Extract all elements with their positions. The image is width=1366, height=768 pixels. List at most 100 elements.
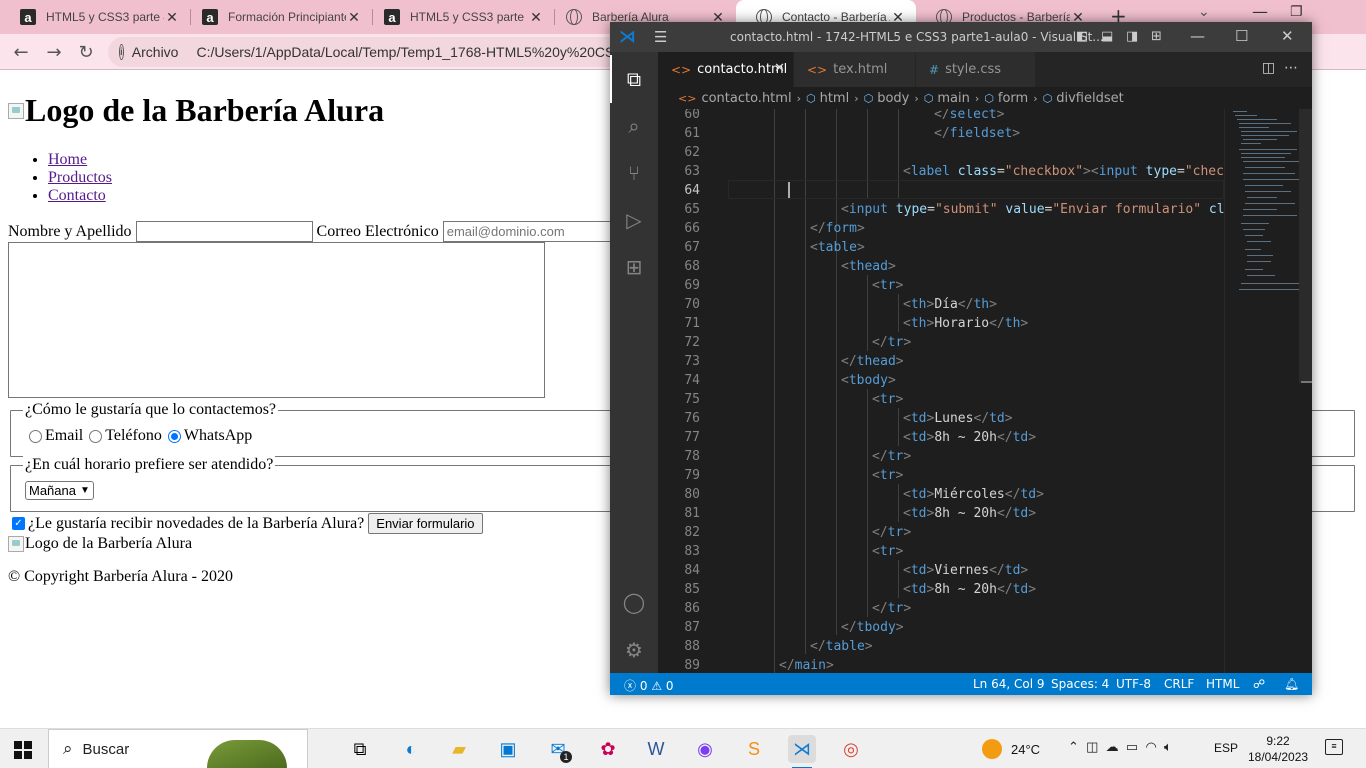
clock[interactable]: 9:22 18/04/2023 <box>1248 733 1308 765</box>
code-editor[interactable]: 60 </select> 61 </fieldset> 62 63 <label cl… <box>658 109 1224 673</box>
breadcrumb-item[interactable]: divfieldset <box>1056 91 1123 106</box>
newsletter-checkbox[interactable]: ✓ <box>12 517 25 530</box>
browser-tab-title: Formación Principiante en Programación -… <box>228 10 346 24</box>
close-tab-icon[interactable]: ✕ <box>528 9 544 26</box>
chrome-icon[interactable]: ◎ <box>837 735 865 763</box>
tab-contacto-html[interactable]: <> contacto.html ✕ <box>658 52 794 87</box>
html-file-icon: <> <box>807 62 828 77</box>
gear-icon[interactable]: ⚙ <box>622 638 646 662</box>
explorer-icon[interactable]: ⧉ <box>610 55 646 103</box>
radio-telefono[interactable] <box>89 429 103 443</box>
address-bar[interactable]: i Archivo C:/Users/1/AppData/Local/Temp/… <box>108 37 668 67</box>
menu-icon[interactable]: ☰ <box>654 28 667 46</box>
close-tab-icon[interactable]: ✕ <box>164 9 180 26</box>
message-textarea[interactable] <box>8 242 545 398</box>
nav-link-contacto[interactable]: Contacto <box>48 187 106 204</box>
account-icon[interactable]: ◯ <box>622 590 646 614</box>
chevron-right-icon: › <box>854 91 859 105</box>
discord-icon[interactable]: ◉ <box>691 735 719 763</box>
edge-icon[interactable]: ◐ <box>397 735 425 763</box>
breadcrumb-item[interactable]: contacto.html <box>701 91 791 106</box>
cursor-position[interactable]: Ln 64, Col 9 <box>973 677 1045 691</box>
language-mode[interactable]: HTML <box>1206 677 1239 691</box>
run-debug-icon[interactable]: ▷ <box>622 208 646 232</box>
footer-logo: Logo de la Barbería Alura <box>8 535 192 553</box>
restore-icon[interactable]: ❐ <box>1290 4 1303 20</box>
footer-logo-alt-text: Logo de la Barbería Alura <box>25 535 193 552</box>
schedule-select[interactable]: Mañana ▼ <box>25 481 94 500</box>
submit-button[interactable]: Enviar formulario <box>368 513 483 534</box>
minimize-icon[interactable]: — <box>1252 2 1268 21</box>
encoding[interactable]: UTF-8 <box>1116 677 1151 691</box>
element-icon: ⬡ <box>863 91 874 105</box>
name-input[interactable] <box>135 221 313 242</box>
battery-icon[interactable]: ▭ <box>1126 739 1138 754</box>
toggle-panel-icon[interactable]: ⬓ <box>1101 29 1113 44</box>
meet-icon[interactable]: ◫ <box>1086 739 1098 754</box>
taskbar-search[interactable]: ⌕ Buscar <box>48 729 308 768</box>
chevron-up-icon[interactable]: ⌃ <box>1068 739 1079 754</box>
vscode-icon[interactable]: ⋊ <box>788 735 816 768</box>
browser-tab[interactable]: a HTML5 y CSS3 parte 1: Mi primera págin… <box>364 0 554 34</box>
close-tab-icon[interactable]: ✕ <box>346 9 362 26</box>
toggle-secondary-sidebar-icon[interactable]: ◨ <box>1126 29 1138 44</box>
paint-icon[interactable]: ✿ <box>594 735 622 763</box>
contact-method-legend: ¿Cómo le gustaría que lo contactemos? <box>23 401 279 419</box>
feedback-icon[interactable]: ☍ <box>1253 677 1265 691</box>
logo-alt-text: Logo de la Barbería Alura <box>25 92 385 128</box>
task-view-icon[interactable]: ⧉ <box>346 735 374 763</box>
forward-icon[interactable]: → <box>42 40 66 64</box>
tab-style-css[interactable]: # style.css <box>916 52 1036 87</box>
split-editor-icon[interactable]: ◫ ⋯ <box>1262 60 1298 76</box>
nav-link-home[interactable]: Home <box>48 151 87 168</box>
notification-icon[interactable]: ≡ <box>1325 739 1343 755</box>
vscode-close-icon[interactable]: ✕ <box>1281 27 1294 45</box>
store-icon[interactable]: ▣ <box>494 735 522 763</box>
line-endings[interactable]: CRLF <box>1164 677 1194 691</box>
reload-icon[interactable]: ↻ <box>74 40 98 64</box>
breadcrumb-item[interactable]: main <box>937 91 969 106</box>
radio-whatsapp[interactable] <box>167 429 181 443</box>
problems-indicator[interactable]: ⓧ 0 ⚠ 0 <box>624 677 674 694</box>
search-icon[interactable]: ⌕ <box>622 114 646 138</box>
volume-icon[interactable]: 🔈︎ <box>1164 739 1172 754</box>
tab-search-chevron-icon[interactable]: ⌄ <box>1198 4 1210 20</box>
wifi-icon[interactable]: ◠ <box>1145 739 1156 754</box>
info-icon[interactable]: i <box>119 44 124 60</box>
email-input[interactable] <box>442 221 613 242</box>
toggle-sidebar-icon[interactable]: ◧ <box>1076 29 1088 44</box>
vscode-minimize-icon[interactable]: — <box>1190 27 1205 45</box>
breadcrumb-item[interactable]: html <box>820 91 850 106</box>
radio-email[interactable] <box>29 429 42 443</box>
sublime-icon[interactable]: S <box>740 735 768 763</box>
browser-tab[interactable]: a Formación Principiante en Programación… <box>182 0 372 34</box>
word-icon[interactable]: W <box>642 735 670 763</box>
taskbar-search-placeholder: Buscar <box>82 740 130 758</box>
language-indicator[interactable]: ESP <box>1214 741 1238 755</box>
css-file-icon: # <box>929 62 940 77</box>
weather-widget[interactable]: 24°C <box>982 739 1040 759</box>
vscode-maximize-icon[interactable]: ☐ <box>1235 27 1248 45</box>
mail-icon[interactable]: ✉ 1 <box>544 735 572 763</box>
system-tray[interactable]: ⌃ ◫ ☁ ▭ ◠ 🔈︎ <box>1068 739 1172 755</box>
broken-image-icon <box>8 102 24 119</box>
indentation[interactable]: Spaces: 4 <box>1051 677 1109 691</box>
back-icon[interactable]: ← <box>9 40 33 64</box>
breadcrumb-item[interactable]: body <box>877 91 909 106</box>
customize-layout-icon[interactable]: ⊞ <box>1151 29 1162 44</box>
file-explorer-icon[interactable]: ▰ <box>445 735 473 763</box>
breadcrumb-item[interactable]: form <box>998 91 1028 106</box>
extensions-icon[interactable]: ⊞ <box>622 255 646 279</box>
windows-start-icon[interactable] <box>14 741 32 759</box>
nav-link-productos[interactable]: Productos <box>48 169 112 186</box>
cloud-icon[interactable]: ☁ <box>1106 739 1119 754</box>
chevron-right-icon: › <box>1033 91 1038 105</box>
bell-icon[interactable]: 🔔︎ <box>1284 677 1299 691</box>
source-control-icon[interactable]: ⑂ <box>622 161 646 185</box>
error-count: 0 <box>639 679 648 693</box>
vscode-logo-icon: ⋊ <box>619 27 636 47</box>
browser-tab[interactable]: a HTML5 y CSS3 parte 4: Avanzando en CSS… <box>0 0 190 34</box>
minimap[interactable] <box>1224 109 1312 673</box>
tab-tex-html[interactable]: <> tex.html <box>794 52 916 87</box>
close-icon[interactable]: ✕ <box>774 61 785 76</box>
